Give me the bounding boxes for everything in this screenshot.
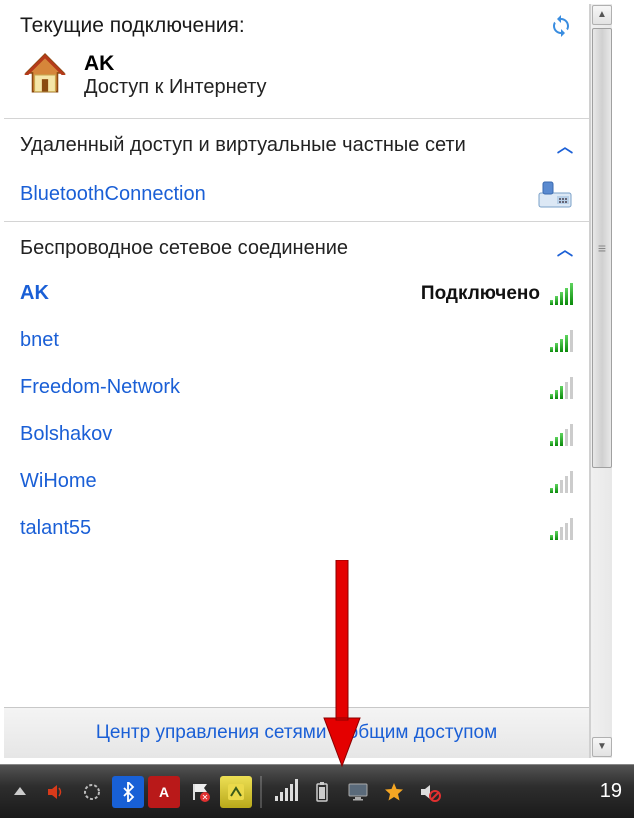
network-tray-icon[interactable]	[270, 776, 302, 808]
network-name: Bolshakov	[20, 423, 112, 446]
taskbar-clock[interactable]: 19	[600, 780, 630, 803]
svg-text:✕: ✕	[202, 793, 209, 802]
network-name: Freedom-Network	[20, 376, 180, 399]
current-connections-header: Текущие подключения:	[4, 4, 589, 46]
modem-icon	[537, 179, 573, 209]
header-title: Текущие подключения:	[20, 14, 245, 38]
signal-icon	[550, 518, 573, 540]
action-center-icon[interactable]: ✕	[184, 776, 216, 808]
signal-icon	[550, 377, 573, 399]
app-tray-icon[interactable]	[220, 776, 252, 808]
volume-mute-icon[interactable]	[414, 776, 446, 808]
category-label: Беспроводное сетевое соединение	[20, 237, 348, 260]
bluetooth-icon[interactable]	[112, 776, 144, 808]
monitor-icon[interactable]	[342, 776, 374, 808]
network-name: BluetoothConnection	[20, 183, 206, 206]
wifi-item-talant55[interactable]: talant55	[4, 505, 589, 552]
network-center-link[interactable]: Центр управления сетями и общим доступом	[4, 707, 589, 758]
wifi-item-bnet[interactable]: bnet	[4, 317, 589, 364]
network-name: WiHome	[20, 470, 97, 493]
signal-icon	[550, 283, 573, 305]
scrollbar[interactable]: ▲ ▼	[590, 4, 612, 758]
network-status: Подключено	[421, 283, 540, 305]
scroll-down-button[interactable]: ▼	[592, 737, 612, 757]
dialup-category-header[interactable]: Удаленный доступ и виртуальные частные с…	[4, 119, 589, 167]
wifi-item-bolshakov[interactable]: Bolshakov	[4, 411, 589, 458]
tray-overflow-icon[interactable]	[4, 776, 36, 808]
footer-link-text: Центр управления сетями и общим доступом	[96, 722, 497, 743]
category-label: Удаленный доступ и виртуальные частные с…	[20, 134, 466, 157]
network-name: bnet	[20, 329, 59, 352]
network-name: AK	[20, 282, 49, 305]
tray-separator	[260, 776, 262, 808]
chevron-up-icon: ︿	[557, 133, 573, 157]
taskbar: A ✕ 19	[0, 764, 634, 818]
chevron-up-icon: ︿	[557, 236, 573, 260]
signal-icon	[550, 424, 573, 446]
current-connection-item[interactable]: AK Доступ к Интернету	[4, 46, 589, 118]
house-icon	[20, 50, 70, 100]
dialup-item-bluetooth[interactable]: BluetoothConnection	[4, 167, 589, 221]
scroll-up-button[interactable]: ▲	[592, 5, 612, 25]
signal-icon	[550, 330, 573, 352]
adobe-icon[interactable]: A	[148, 776, 180, 808]
network-name: talant55	[20, 517, 91, 540]
current-connection-name: AK	[84, 52, 266, 76]
wifi-item-ak[interactable]: AK Подключено	[4, 270, 589, 317]
wifi-item-wihome[interactable]: WiHome	[4, 458, 589, 505]
wireless-category-header[interactable]: Беспроводное сетевое соединение ︿	[4, 222, 589, 270]
volume-icon[interactable]	[40, 776, 72, 808]
wifi-item-freedom[interactable]: Freedom-Network	[4, 364, 589, 411]
star-icon[interactable]	[378, 776, 410, 808]
generic-tray-icon[interactable]	[76, 776, 108, 808]
signal-icon	[550, 471, 573, 493]
network-flyout-panel: Текущие подключения: AK Доступ к Интерне…	[4, 4, 612, 758]
refresh-icon[interactable]	[549, 14, 573, 38]
battery-icon[interactable]	[306, 776, 338, 808]
scroll-thumb[interactable]	[592, 28, 612, 468]
current-connection-status: Доступ к Интернету	[84, 76, 266, 99]
